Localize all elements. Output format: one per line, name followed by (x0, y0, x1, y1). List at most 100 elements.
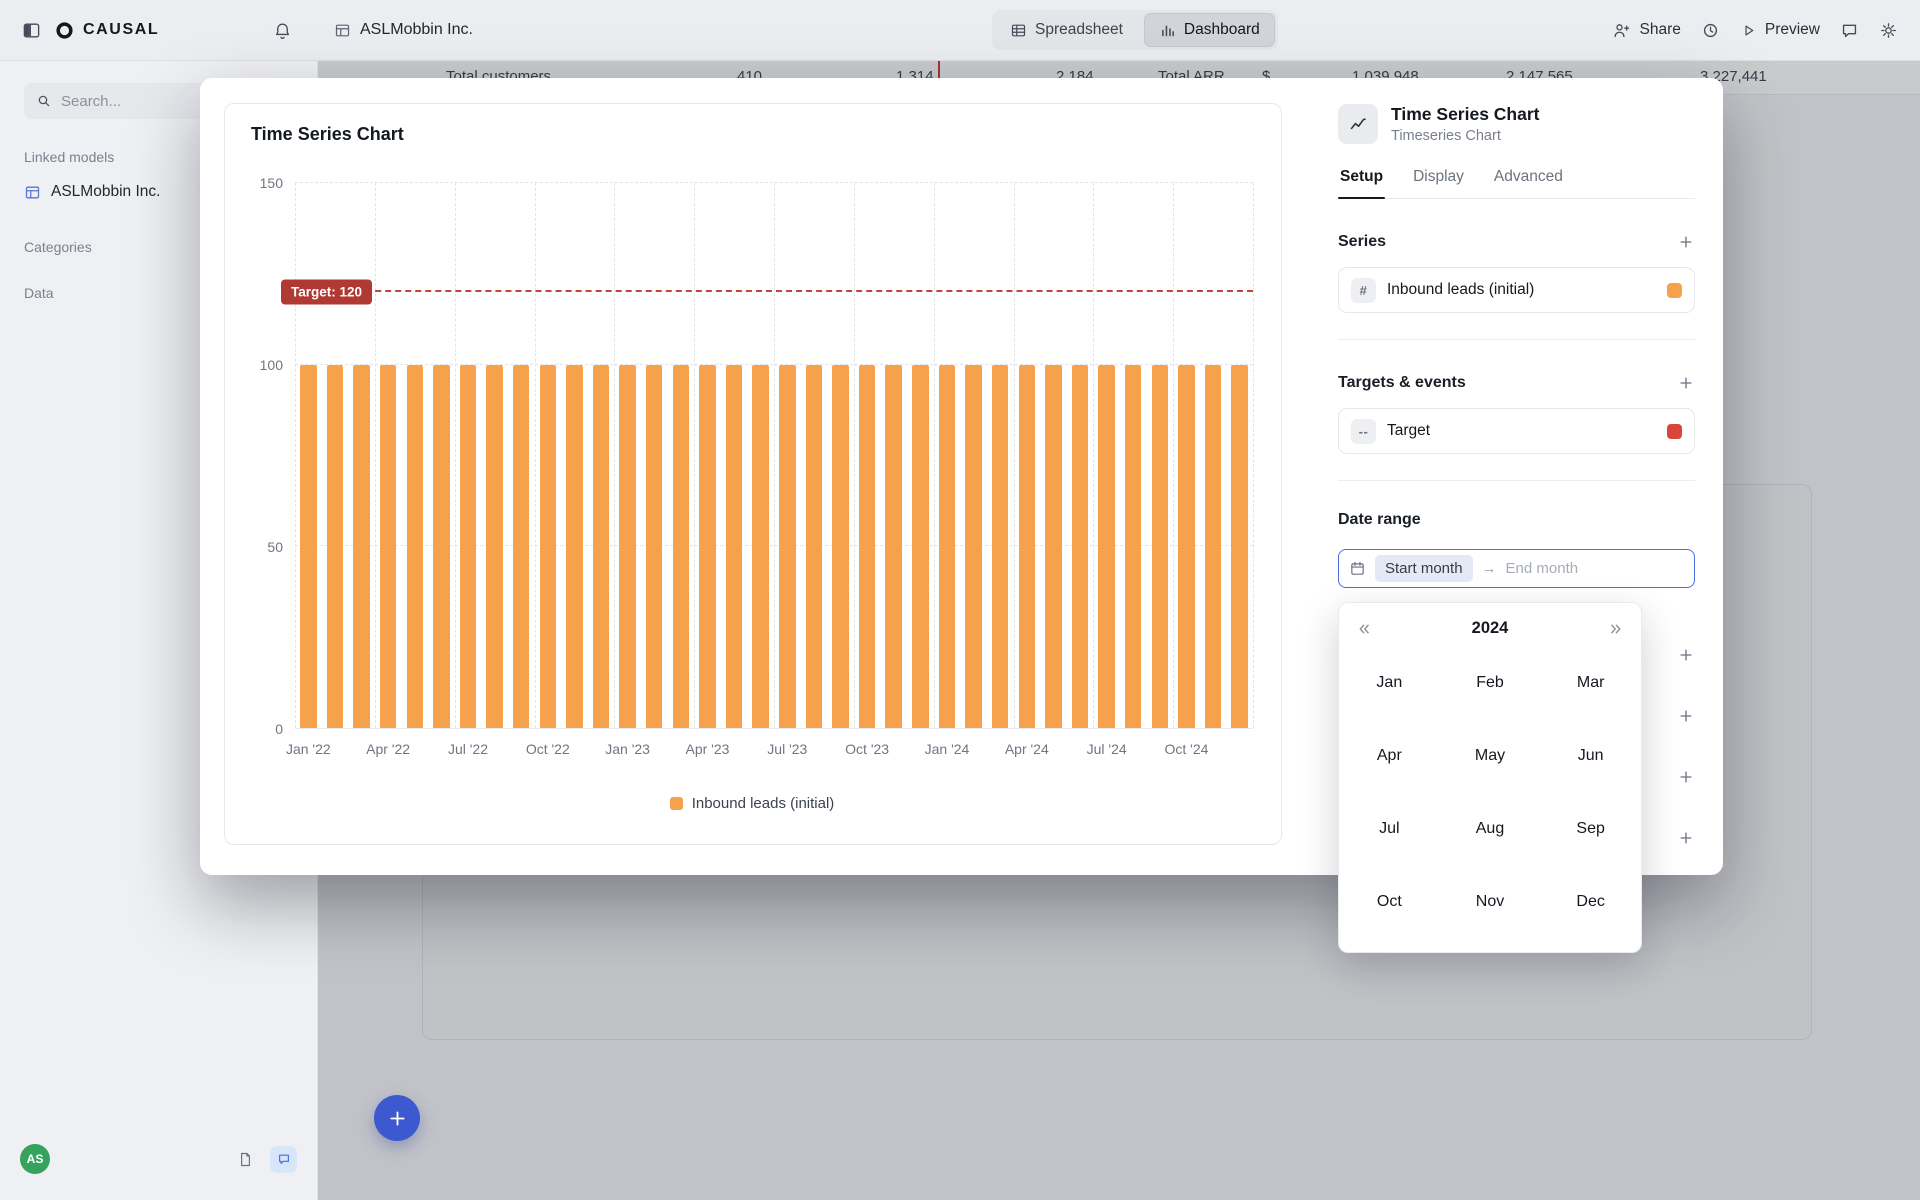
add-element-fab[interactable] (374, 1095, 420, 1141)
bar (885, 365, 901, 728)
bar (726, 365, 742, 728)
bar (327, 365, 343, 728)
sidebar-toggle-button[interactable] (22, 21, 41, 40)
comments-icon[interactable] (1840, 21, 1859, 40)
date-range: Start month → End month 2024 JanFebMarAp… (1338, 549, 1695, 588)
section-add-button[interactable] (1677, 707, 1695, 725)
target-row[interactable]: -- Target (1338, 408, 1695, 454)
linked-model-name: ASLMobbin Inc. (51, 183, 160, 201)
gridline (1253, 183, 1254, 728)
user-avatar[interactable]: AS (20, 1144, 50, 1174)
bar (752, 365, 768, 728)
share-button[interactable]: Share (1612, 21, 1680, 40)
y-tick-label: 50 (267, 539, 283, 555)
docs-icon[interactable] (237, 1151, 254, 1168)
history-icon[interactable] (1701, 21, 1720, 40)
bar (1231, 365, 1247, 728)
month-option-jan[interactable]: Jan (1339, 646, 1440, 719)
bar (513, 365, 529, 728)
x-tick-label: Jul '24 (1087, 741, 1127, 757)
preview-button[interactable]: Preview (1740, 21, 1820, 39)
bar (380, 365, 396, 728)
tab-advanced[interactable]: Advanced (1492, 168, 1565, 198)
bar (779, 365, 795, 728)
chart-config-panel: Time Series Chart Timeseries Chart Setup… (1310, 78, 1723, 875)
x-tick-label: Apr '22 (366, 741, 410, 757)
x-tick-label: Apr '23 (686, 741, 730, 757)
spreadsheet-icon (1010, 22, 1027, 39)
month-option-aug[interactable]: Aug (1440, 792, 1541, 865)
bars-layer (295, 183, 1253, 728)
bar (806, 365, 822, 728)
chart-title: Time Series Chart (251, 124, 1253, 145)
x-tick-label: Jan '22 (286, 741, 331, 757)
panel-subtitle: Timeseries Chart (1391, 128, 1540, 144)
bar (353, 365, 369, 728)
month-option-dec[interactable]: Dec (1540, 865, 1641, 938)
tab-setup[interactable]: Setup (1338, 168, 1385, 198)
workspace-title: ASLMobbin Inc. (334, 21, 473, 39)
bar (1125, 365, 1141, 728)
month-option-mar[interactable]: Mar (1540, 646, 1641, 719)
y-tick-label: 150 (260, 175, 283, 191)
add-series-button[interactable] (1677, 233, 1695, 251)
month-option-jul[interactable]: Jul (1339, 792, 1440, 865)
settings-gear-icon[interactable] (1879, 21, 1898, 40)
linked-model-icon (24, 184, 41, 201)
month-option-nov[interactable]: Nov (1440, 865, 1541, 938)
notifications-bell-icon[interactable] (273, 21, 292, 40)
series-row-label: Inbound leads (initial) (1387, 281, 1534, 299)
add-target-button[interactable] (1677, 374, 1695, 392)
chart-editor-modal: Time Series Chart 050100150 Target: 120 … (200, 78, 1723, 875)
causal-logo-icon (55, 21, 74, 40)
series-section-title: Series (1338, 233, 1386, 251)
arrow-right-icon: → (1482, 560, 1497, 577)
support-chat-icon[interactable] (270, 1146, 297, 1173)
x-tick-label: Jul '23 (767, 741, 807, 757)
series-swatch[interactable] (1667, 283, 1682, 298)
month-option-apr[interactable]: Apr (1339, 719, 1440, 792)
section-add-button[interactable] (1677, 829, 1695, 847)
start-month-field[interactable]: Start month (1375, 555, 1473, 582)
prev-year-button[interactable] (1355, 620, 1373, 638)
month-option-feb[interactable]: Feb (1440, 646, 1541, 719)
next-year-button[interactable] (1607, 620, 1625, 638)
share-people-icon (1612, 21, 1631, 40)
month-option-may[interactable]: May (1440, 719, 1541, 792)
date-range-input[interactable]: Start month → End month (1338, 549, 1695, 588)
panel-tabs: Setup Display Advanced (1338, 168, 1695, 199)
legend-label: Inbound leads (initial) (692, 795, 835, 812)
bar (619, 365, 635, 728)
year-label: 2024 (1472, 619, 1509, 638)
bar (646, 365, 662, 728)
legend-swatch (670, 797, 683, 810)
end-month-field[interactable]: End month (1506, 560, 1579, 577)
month-option-sep[interactable]: Sep (1540, 792, 1641, 865)
section-add-button[interactable] (1677, 646, 1695, 664)
target-type-icon: -- (1351, 419, 1376, 444)
target-line (295, 290, 1253, 292)
tab-dashboard[interactable]: Dashboard (1144, 13, 1275, 47)
bar (1072, 365, 1088, 728)
x-axis: Jan '22Apr '22Jul '22Oct '22Jan '23Apr '… (295, 741, 1253, 761)
x-tick-label: Oct '22 (526, 741, 570, 757)
tab-display[interactable]: Display (1411, 168, 1466, 198)
month-option-oct[interactable]: Oct (1339, 865, 1440, 938)
month-option-jun[interactable]: Jun (1540, 719, 1641, 792)
target-swatch[interactable] (1667, 424, 1682, 439)
tab-spreadsheet[interactable]: Spreadsheet (995, 13, 1138, 47)
chart-card: Time Series Chart 050100150 Target: 120 … (224, 103, 1282, 845)
bar (939, 365, 955, 728)
bar (859, 365, 875, 728)
model-icon (334, 22, 351, 39)
bar (1098, 365, 1114, 728)
bar (992, 365, 1008, 728)
section-add-button[interactable] (1677, 768, 1695, 786)
bar (460, 365, 476, 728)
causal-logo[interactable]: CAUSAL (55, 21, 159, 40)
workspace-title-text: ASLMobbin Inc. (360, 21, 473, 39)
bar (1045, 365, 1061, 728)
logo-text: CAUSAL (83, 21, 159, 39)
series-row[interactable]: # Inbound leads (initial) (1338, 267, 1695, 313)
x-tick-label: Oct '23 (845, 741, 889, 757)
